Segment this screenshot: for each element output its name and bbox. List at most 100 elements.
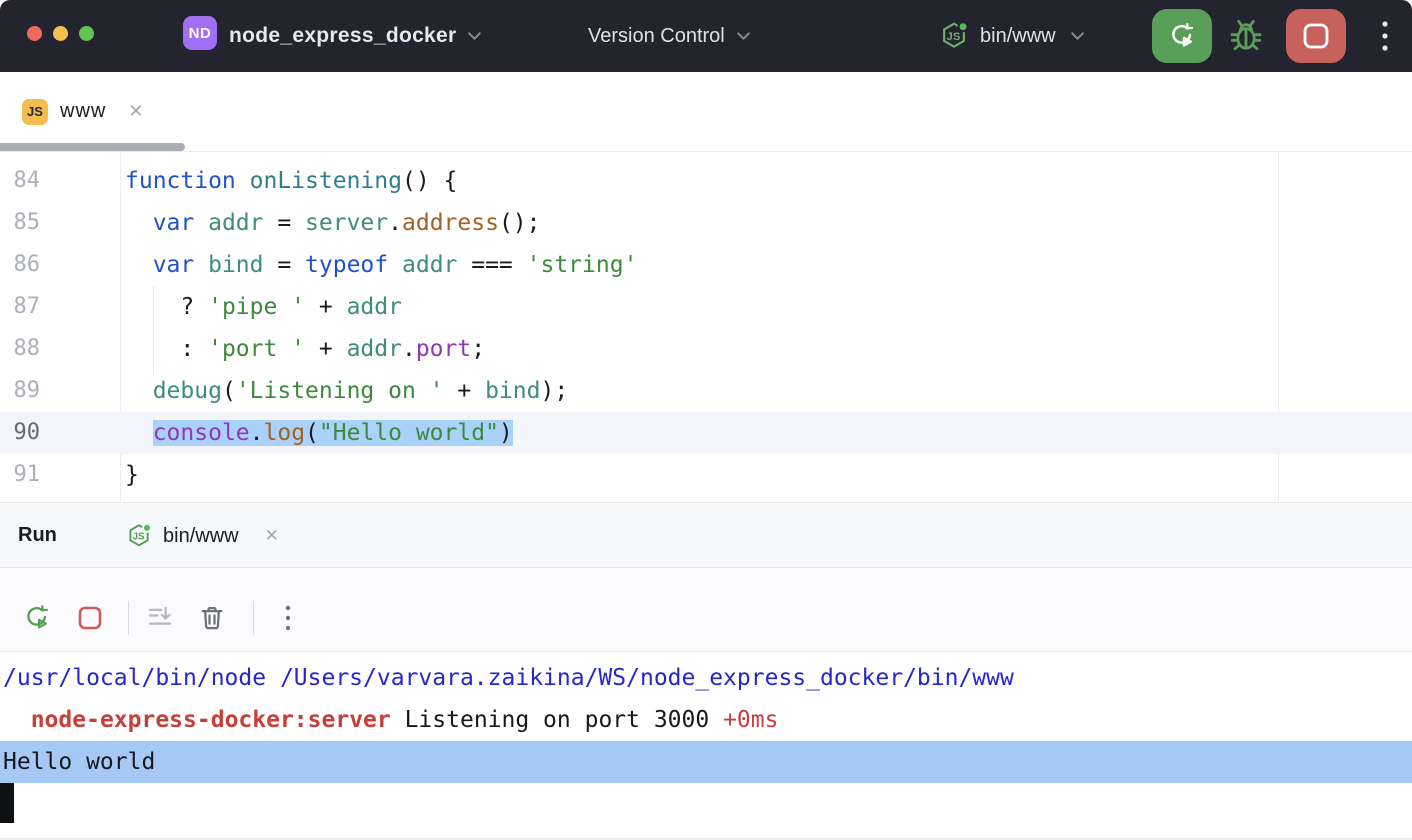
line-number: 84 [0,160,40,202]
code-token: = [264,252,306,278]
code-token: ; [471,336,485,362]
more-options-button[interactable] [1371,12,1399,60]
code-token [194,252,208,278]
code-token: ? [125,294,208,320]
code-token: 'string' [527,252,638,278]
editor-tab-bar: JS www ✕ [0,72,1412,152]
console-text: Listening on port 3000 [391,707,723,733]
debug-button[interactable] [1222,12,1270,60]
code-token: bind [208,252,263,278]
code-token [125,420,153,446]
traffic-lights [27,26,94,41]
scroll-to-end-icon [145,603,175,633]
code-line[interactable]: 91} [0,454,1412,496]
nodejs-icon: JS [125,522,153,550]
close-tab-icon[interactable]: ✕ [265,526,279,546]
console-output[interactable]: /usr/local/bin/node /Users/varvara.zaiki… [0,652,1412,840]
svg-text:JS: JS [132,531,145,542]
code-token: ) [499,420,513,446]
nodejs-icon: JS [938,20,970,52]
code-token: . [250,420,264,446]
kebab-menu-icon [284,602,292,634]
toolbar-divider [128,601,129,635]
minimize-window-button[interactable] [53,26,68,41]
line-number: 86 [0,244,40,286]
close-window-button[interactable] [27,26,42,41]
run-tab-bin-www[interactable]: JS bin/www ✕ [125,503,279,569]
code-line[interactable]: 86 var bind = typeof addr === 'string' [0,244,1412,286]
code-token: bind [485,378,540,404]
code-token: server [305,210,388,236]
console-text [3,707,31,733]
code-editor[interactable]: 84function onListening() {85 var addr = … [0,152,1412,502]
rerun-button[interactable] [21,602,53,634]
run-config-name: bin/www [980,25,1056,48]
console-lines: /usr/local/bin/node /Users/varvara.zaiki… [0,657,1412,783]
console-toolbar [0,568,1412,652]
code-token: (); [499,210,541,236]
chevron-down-icon [736,31,751,41]
code-line[interactable]: 88 : 'port ' + addr.port; [0,328,1412,370]
code-token: log [264,420,306,446]
code-token [388,252,402,278]
scroll-to-end-button[interactable] [144,602,176,634]
line-number: 91 [0,454,40,496]
vcs-widget[interactable]: Version Control [588,0,751,72]
code-token: "Hello world" [319,420,499,446]
project-selector[interactable]: node_express_docker [229,0,482,72]
console-text: Hello world [3,749,155,775]
code-token [236,168,250,194]
code-token [125,252,153,278]
close-tab-icon[interactable]: ✕ [128,101,143,122]
code-token [125,378,153,404]
bug-icon [1226,16,1266,56]
code-token: port [416,336,471,362]
code-token: . [388,210,402,236]
clear-all-button[interactable] [196,602,228,634]
chevron-down-icon [1070,31,1085,41]
stop-button[interactable] [74,602,106,634]
code-token: addr [402,252,457,278]
code-token: () { [402,168,457,194]
chevron-down-icon [467,31,482,41]
svg-text:JS: JS [947,31,961,43]
line-number: 85 [0,202,40,244]
code-line[interactable]: 85 var addr = server.address(); [0,202,1412,244]
editor-tab-title: www [60,100,106,123]
editor-tab-www[interactable]: JS www ✕ [0,72,143,151]
code-token: addr [208,210,263,236]
code-token: function [125,168,236,194]
code-token: : [125,336,208,362]
code-token: console [153,420,250,446]
code-token: ( [222,378,236,404]
code-token: 'pipe ' [208,294,305,320]
code-token: = [264,210,306,236]
code-token: === [457,252,526,278]
code-token: var [153,252,195,278]
code-line[interactable]: 87 ? 'pipe ' + addr [0,286,1412,328]
console-line: node-express-docker:server Listening on … [0,699,1412,741]
run-configuration-selector[interactable]: JS bin/www [938,0,1085,72]
zoom-window-button[interactable] [79,26,94,41]
console-caret [0,783,14,823]
kebab-menu-icon [1380,16,1390,56]
code-token: + [305,336,347,362]
run-tab-label: bin/www [163,525,239,548]
run-toolwindow-header: Run JS bin/www ✕ [0,502,1412,568]
code-token: + [305,294,347,320]
line-number: 88 [0,328,40,370]
vcs-label: Version Control [588,25,725,48]
line-number: 89 [0,370,40,412]
code-token: var [153,210,195,236]
stop-button[interactable] [1286,9,1346,63]
console-more-options-button[interactable] [272,602,304,634]
code-lines: 84function onListening() {85 var addr = … [0,160,1412,496]
trash-icon [197,603,227,633]
code-token: . [402,336,416,362]
code-token: addr [347,336,402,362]
rerun-button[interactable] [1152,9,1212,63]
code-line[interactable]: 89 debug('Listening on ' + bind); [0,370,1412,412]
code-line[interactable]: 84function onListening() { [0,160,1412,202]
project-badge: ND [183,16,217,50]
code-line[interactable]: 90 console.log("Hello world") [0,412,1412,454]
